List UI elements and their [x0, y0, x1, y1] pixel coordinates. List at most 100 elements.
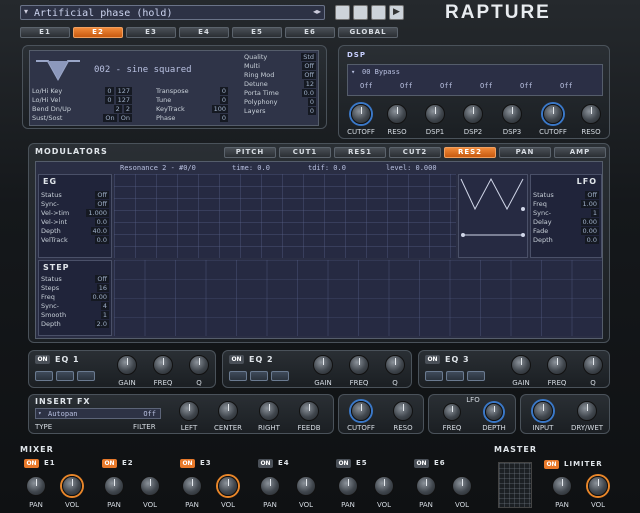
insert-input-knob[interactable]: [533, 401, 553, 421]
value-field[interactable]: 0: [105, 87, 114, 95]
eq3-freq-knob[interactable]: [547, 355, 567, 375]
master-vol-knob[interactable]: [588, 476, 608, 496]
e4-on-toggle[interactable]: ON: [258, 459, 273, 468]
eq3-gain-knob[interactable]: [511, 355, 531, 375]
e1-pan-knob[interactable]: [26, 476, 46, 496]
eq2-q-knob[interactable]: [385, 355, 405, 375]
value-field[interactable]: Off: [585, 191, 599, 199]
preset-arrows-icon[interactable]: ◂▸: [313, 7, 321, 16]
value-field[interactable]: 1: [590, 209, 599, 217]
dsp-knob-dsp1[interactable]: [425, 104, 445, 124]
e1-on-toggle[interactable]: ON: [24, 459, 39, 468]
e1-vol-knob[interactable]: [62, 476, 82, 496]
mod-tab-cut2[interactable]: CUT2: [389, 147, 441, 158]
e5-on-toggle[interactable]: ON: [336, 459, 351, 468]
value-field[interactable]: 0: [307, 98, 316, 106]
dsp-off-4[interactable]: Off: [480, 82, 493, 90]
dsp-slot[interactable]: 00 Bypass: [362, 68, 400, 76]
tab-global[interactable]: GLOBAL: [338, 27, 398, 38]
eq1-peak-icon[interactable]: [56, 371, 74, 381]
dsp-off-1[interactable]: Off: [360, 82, 373, 90]
tab-e5[interactable]: E5: [232, 27, 282, 38]
limiter-on-toggle[interactable]: ON: [544, 460, 559, 469]
e4-pan-knob[interactable]: [260, 476, 280, 496]
insert-fx-type-select[interactable]: ▾ Autopan Off: [35, 408, 161, 419]
insert-cutoff-knob[interactable]: [351, 401, 371, 421]
value-field[interactable]: 0.00: [580, 227, 599, 235]
value-field[interactable]: 0: [219, 96, 228, 104]
value-field[interactable]: Off: [95, 275, 109, 283]
dsp-off-6[interactable]: Off: [560, 82, 573, 90]
lfo-graph[interactable]: [458, 174, 528, 258]
eq3-on-toggle[interactable]: ON: [425, 355, 440, 364]
value-field[interactable]: 0: [219, 114, 228, 122]
value-field[interactable]: Off: [302, 71, 316, 79]
eq3-highshelf-icon[interactable]: [467, 371, 485, 381]
insert-reso-knob[interactable]: [393, 401, 413, 421]
e2-pan-knob[interactable]: [104, 476, 124, 496]
value-field[interactable]: Off: [302, 62, 316, 70]
value-field[interactable]: 127: [115, 87, 132, 95]
eq3-lowshelf-icon[interactable]: [425, 371, 443, 381]
save-icon[interactable]: [335, 5, 350, 20]
dsp-knob-cutoff2[interactable]: [543, 104, 563, 124]
value-field[interactable]: 0.0: [301, 89, 316, 97]
value-field[interactable]: 1: [100, 311, 109, 319]
e6-pan-knob[interactable]: [416, 476, 436, 496]
eq2-gain-knob[interactable]: [313, 355, 333, 375]
value-field[interactable]: 2: [123, 105, 132, 113]
mod-tab-cut1[interactable]: CUT1: [279, 147, 331, 158]
value-field[interactable]: 40.0: [90, 227, 109, 235]
mod-tab-pan[interactable]: PAN: [499, 147, 551, 158]
chevron-down-icon[interactable]: ▾: [24, 7, 28, 16]
insert-left-knob[interactable]: [179, 401, 199, 421]
dsp-off-3[interactable]: Off: [440, 82, 453, 90]
insert-fx-filter-value[interactable]: Off: [143, 410, 156, 418]
e5-vol-knob[interactable]: [374, 476, 394, 496]
eq1-gain-knob[interactable]: [117, 355, 137, 375]
eq1-q-knob[interactable]: [189, 355, 209, 375]
value-field[interactable]: 0.00: [580, 218, 599, 226]
eq1-freq-knob[interactable]: [153, 355, 173, 375]
eq3-peak-icon[interactable]: [446, 371, 464, 381]
e3-pan-knob[interactable]: [182, 476, 202, 496]
value-field[interactable]: 0.0: [94, 218, 109, 226]
mod-tab-pitch[interactable]: PITCH: [224, 147, 276, 158]
value-field[interactable]: 12: [303, 80, 316, 88]
mod-tab-amp[interactable]: AMP: [554, 147, 606, 158]
mod-tab-res1[interactable]: RES1: [334, 147, 386, 158]
value-field[interactable]: 1.00: [580, 200, 599, 208]
dsp-knob-reso2[interactable]: [581, 104, 601, 124]
eq3-q-knob[interactable]: [583, 355, 603, 375]
value-field[interactable]: On: [118, 114, 132, 122]
e6-vol-knob[interactable]: [452, 476, 472, 496]
value-field[interactable]: 127: [115, 96, 132, 104]
eq1-highshelf-icon[interactable]: [77, 371, 95, 381]
value-field[interactable]: 0: [307, 107, 316, 115]
insert-lfo-depth-knob[interactable]: [485, 403, 503, 421]
value-field[interactable]: 0.00: [90, 293, 109, 301]
eq2-lowshelf-icon[interactable]: [229, 371, 247, 381]
insert-right-knob[interactable]: [259, 401, 279, 421]
dsp-off-2[interactable]: Off: [400, 82, 413, 90]
insert-drywet-knob[interactable]: [577, 401, 597, 421]
dsp-off-5[interactable]: Off: [520, 82, 533, 90]
insert-center-knob[interactable]: [218, 401, 238, 421]
value-field[interactable]: 1.000: [86, 209, 109, 217]
dsp-knob-dsp2[interactable]: [463, 104, 483, 124]
eq1-on-toggle[interactable]: ON: [35, 355, 50, 364]
value-field[interactable]: Off: [95, 191, 109, 199]
dsp-knob-reso[interactable]: [387, 104, 407, 124]
waveform-display[interactable]: 002 - sine squared Lo/Hi Key 0 127 Lo/Hi …: [29, 50, 319, 126]
master-pan-knob[interactable]: [552, 476, 572, 496]
eg-graph[interactable]: [114, 174, 456, 258]
eq1-lowshelf-icon[interactable]: [35, 371, 53, 381]
value-field[interactable]: 0: [219, 87, 228, 95]
value-field[interactable]: 2: [113, 105, 122, 113]
tab-e1[interactable]: E1: [20, 27, 70, 38]
value-field[interactable]: 0.0: [94, 236, 109, 244]
value-field[interactable]: 0.0: [584, 236, 599, 244]
value-field[interactable]: 4: [100, 302, 109, 310]
eq2-freq-knob[interactable]: [349, 355, 369, 375]
e3-vol-knob[interactable]: [218, 476, 238, 496]
